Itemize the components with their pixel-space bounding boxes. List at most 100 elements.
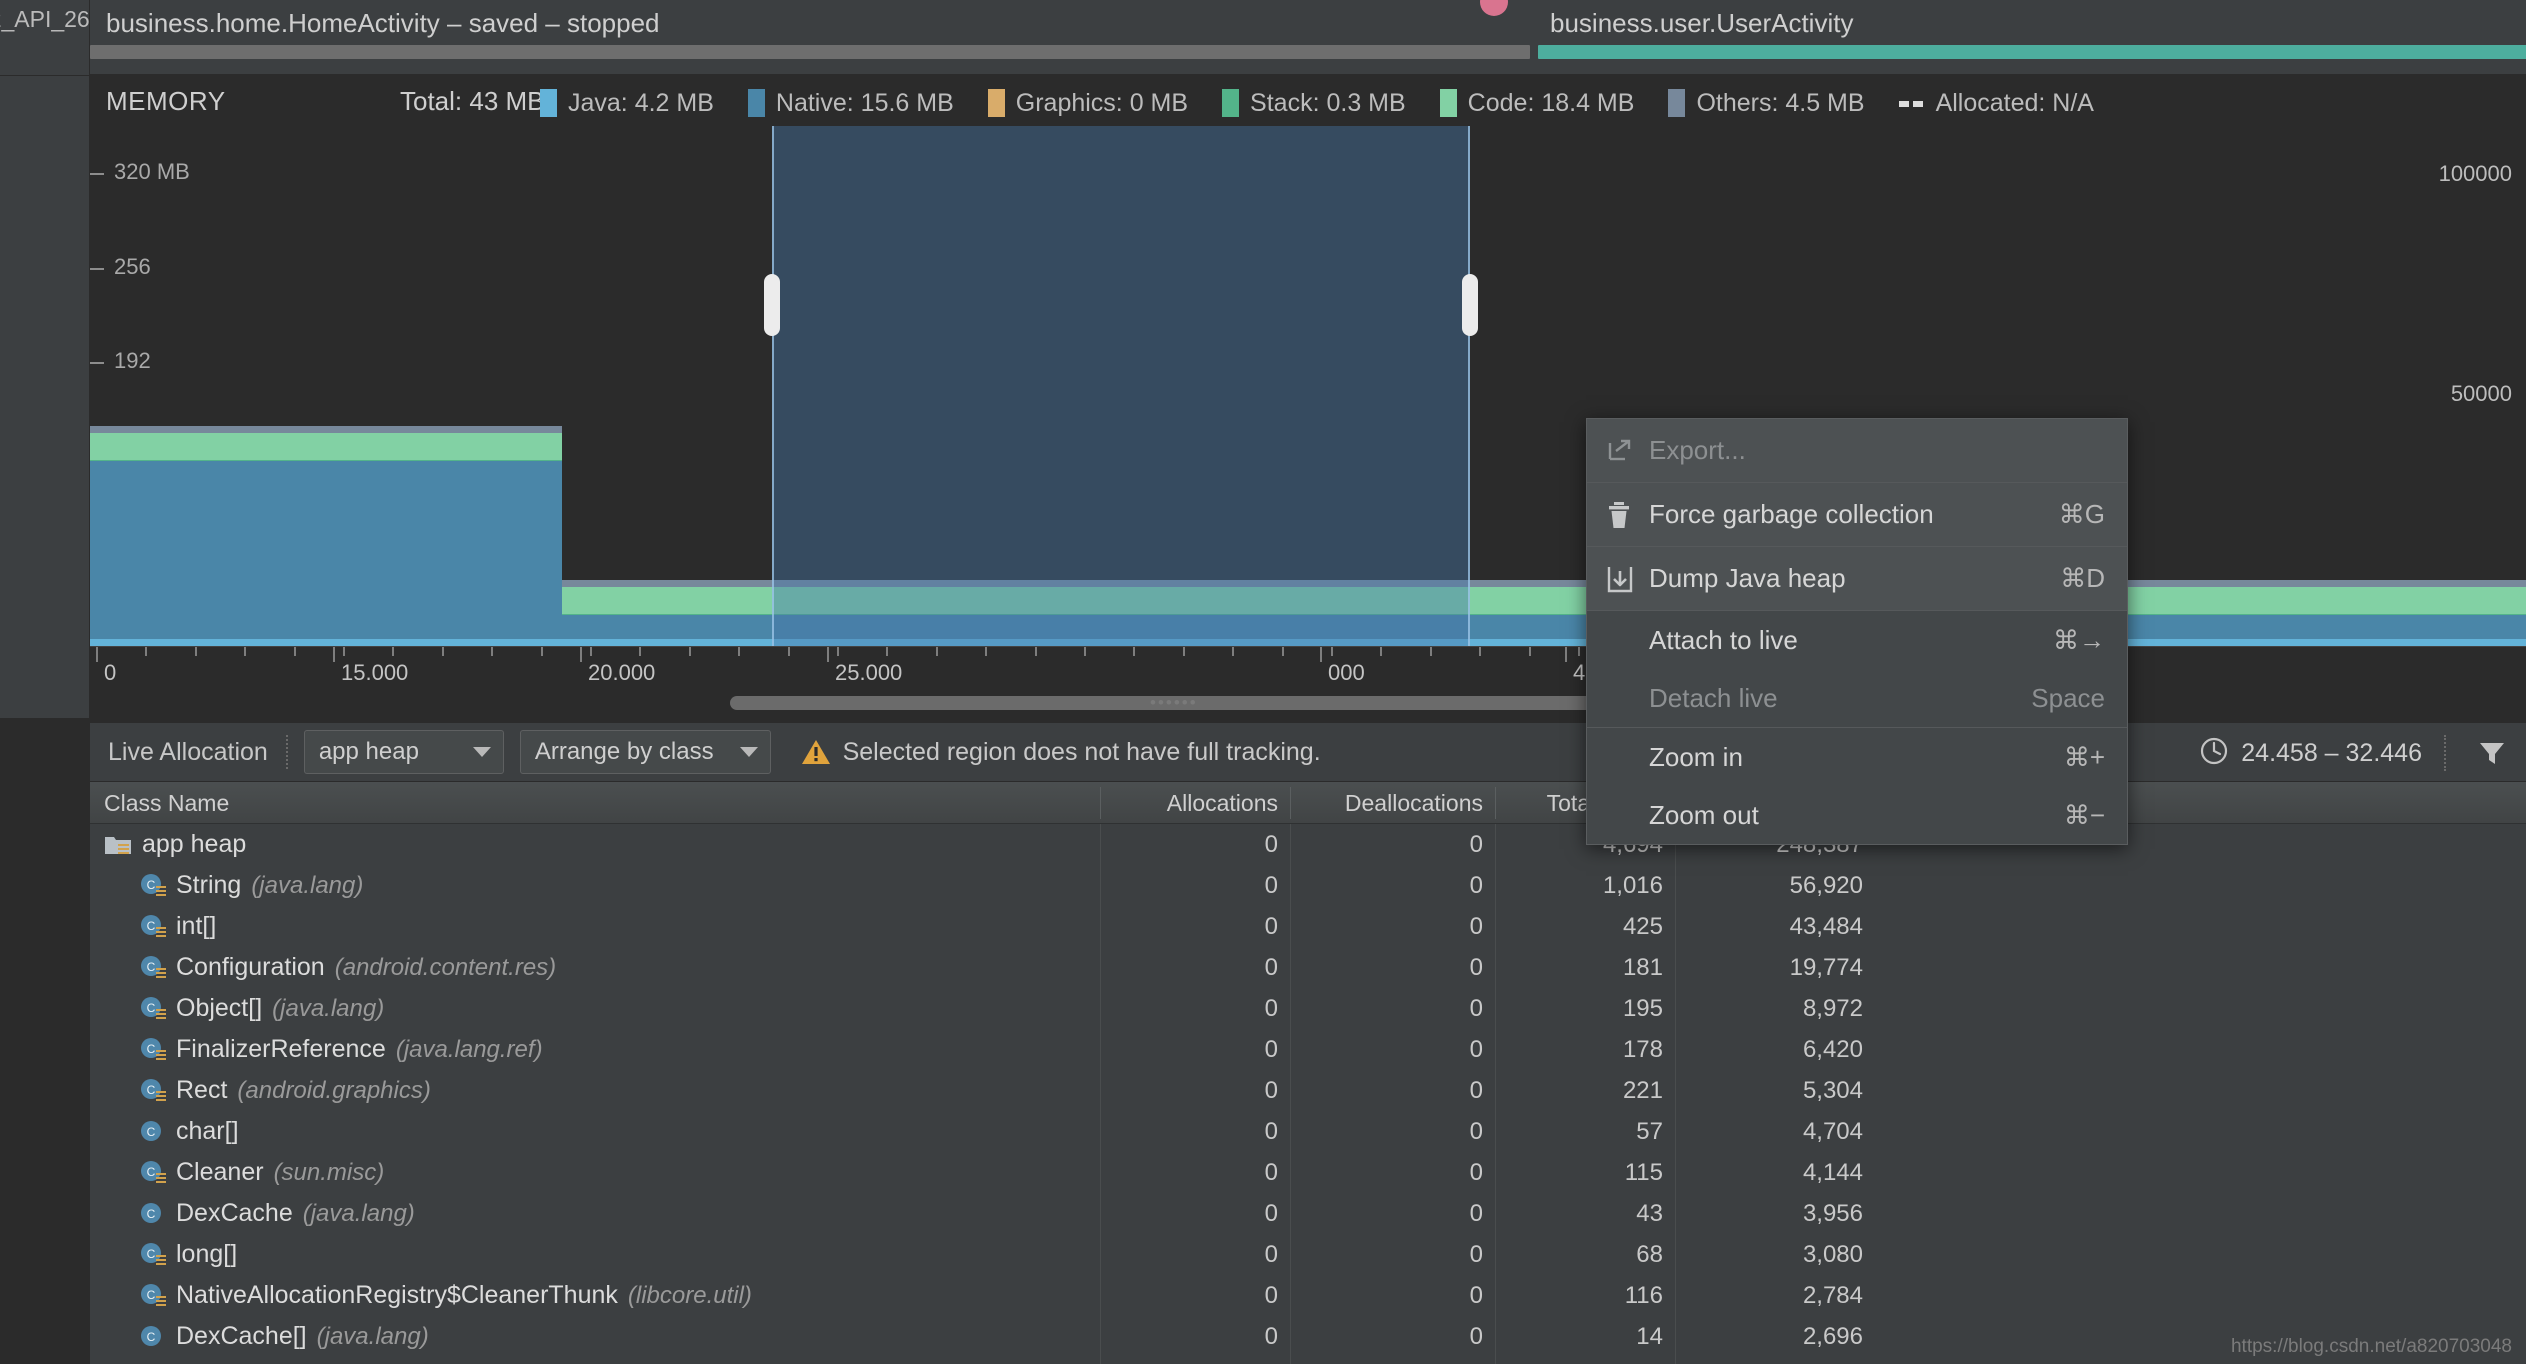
allocation-table[interactable]: Class Name Allocations Deallocations Total … [90, 782, 2526, 1364]
range-selection-box[interactable] [772, 126, 1470, 646]
cell-class-name: C Object[] (java.lang) [140, 988, 1130, 1029]
column-header-class-name[interactable]: Class Name [90, 782, 1100, 824]
activity-bar-user[interactable] [1538, 45, 2526, 59]
table-row[interactable]: Clong[] 0 0 68 3,080 [90, 1234, 2526, 1275]
table-row[interactable]: C Configuration (android.content.res) 0 0 181… [90, 947, 2526, 988]
memory-total-label: Total: 43 MB [400, 86, 545, 116]
table-header-row[interactable]: Class Name Allocations Deallocations Total … [90, 782, 2526, 824]
x-axis-major-tick [1565, 647, 1567, 662]
cell-shallow-size: 4,144 [1802, 1158, 1863, 1186]
range-selection-handle-right[interactable] [1462, 274, 1478, 336]
table-row[interactable]: CLinearLayout(android.widget)0042,688 [90, 1357, 2526, 1364]
legend-swatch-icon [540, 89, 557, 117]
column-header-allocations[interactable]: Allocations [1100, 782, 1290, 824]
x-axis-minor-tick [1578, 647, 1580, 656]
cell-allocations: 0 [1264, 912, 1278, 940]
memory-series-native [90, 461, 562, 639]
table-body[interactable]: app heap004,694248,387CString(java.lang)… [90, 824, 2526, 1364]
cell-class-name: C Rect (android.graphics) [140, 1070, 1130, 1111]
legend-swatch-icon [987, 89, 1005, 117]
activity-event-track[interactable]: business.home.HomeActivity – saved – sto… [90, 0, 2526, 75]
user-interaction-marker[interactable] [1480, 0, 1508, 16]
cell-shallow-size: 2,784 [1802, 1281, 1863, 1309]
context-menu-item-force-garbage-collection[interactable]: Force garbage collection ⌘G [1587, 483, 2127, 546]
memory-context-menu[interactable]: Export... Force garbage collection ⌘G Dump … [1586, 418, 2128, 845]
class-package-text: (java.lang) [251, 871, 364, 899]
cell-allocations: 0 [1264, 953, 1278, 981]
cell-allocations: 0 [1264, 1281, 1278, 1309]
toolbar-divider [285, 735, 288, 769]
cell-shallow-size: 43,484 [1789, 912, 1863, 940]
class-array-icon: C [140, 873, 168, 899]
class-name-text: Rect [176, 1076, 228, 1104]
x-axis-minor-tick [1430, 647, 1432, 656]
cell-deallocations: 0 [1469, 1158, 1483, 1186]
cell-class-name: Cchar[] [140, 1111, 1130, 1152]
live-allocation-toolbar: Live Allocation app heap Arrange by clas… [90, 722, 2526, 782]
panel-resize-grip[interactable]: •••••• [1150, 693, 1198, 713]
memory-chart-area[interactable]: 320 MB2561921286410000050000 [90, 126, 2526, 646]
y-axis-tick-mark [90, 267, 104, 270]
x-axis-tick-label: 15.000 [341, 660, 409, 685]
table-row[interactable]: C NativeAllocationRegistry$CleanerThunk (l… [90, 1275, 2526, 1316]
filter-button[interactable] [2476, 737, 2508, 774]
context-menu-item-dump-java-heap[interactable]: Dump Java heap ⌘D [1587, 547, 2127, 610]
cell-class-name: Cint[] [140, 906, 1130, 947]
column-divider[interactable] [1495, 787, 1496, 819]
heap-select[interactable]: app heap [303, 730, 504, 774]
svg-text:C: C [147, 1125, 156, 1139]
session-device-strip[interactable]: el_2_API_26) [0, 0, 90, 75]
cell-deallocations: 0 [1469, 953, 1483, 981]
context-menu-item-label: Zoom out [1649, 799, 1759, 830]
timeline-scrollbar[interactable] [90, 690, 2526, 714]
context-menu-item-attach-to-live[interactable]: Attach to live ⌘→ [1587, 611, 2127, 669]
table-row[interactable]: C FinalizerReference (java.lang.ref) 0 0 178 6… [90, 1029, 2526, 1070]
activity-event-user: business.user.UserActivity [1550, 8, 1854, 38]
arrange-select-value: Arrange by class [534, 738, 714, 765]
table-row[interactable]: C Cleaner (sun.misc) 0 0 115 4,144 [90, 1152, 2526, 1193]
class-name-text: app heap [142, 830, 247, 858]
activity-bar-home[interactable] [90, 45, 1530, 59]
legend-swatch-icon [1668, 89, 1686, 117]
class-array-icon: C [140, 1283, 168, 1309]
column-divider[interactable] [1290, 787, 1291, 819]
arrange-select[interactable]: Arrange by class [519, 730, 771, 774]
class-array-icon: C [140, 1242, 168, 1268]
activity-event-home: business.home.HomeActivity – saved – sto… [106, 8, 660, 38]
table-row[interactable]: Cint[] 0 0 425 43,484 [90, 906, 2526, 947]
memory-header: MEMORY Total: 43 MB Java: 4.2 MB Native: … [90, 76, 2526, 126]
dashed-line-icon [1898, 89, 1925, 117]
cell-total-count: 115 [1624, 1158, 1663, 1186]
class-package-text: (android.graphics) [237, 1076, 431, 1104]
class-icon: C [140, 1324, 168, 1350]
cell-total-count: 425 [1622, 912, 1663, 940]
class-array-icon: C [140, 1078, 168, 1104]
cell-deallocations: 0 [1469, 1035, 1483, 1063]
column-header-deallocations[interactable]: Deallocations [1290, 782, 1495, 824]
toolbar-divider-right [2444, 735, 2446, 771]
class-array-icon: C [140, 996, 168, 1022]
column-divider[interactable] [1100, 787, 1101, 819]
cell-shallow-size: 2,696 [1802, 1322, 1863, 1350]
cell-deallocations: 0 [1469, 830, 1483, 858]
table-row[interactable]: C Object[] (java.lang) 0 0 195 8,972 [90, 988, 2526, 1029]
legend-label: Java: 4.2 MB [568, 88, 714, 117]
table-row[interactable]: C String (java.lang) 0 0 1,016 56,920 [90, 865, 2526, 906]
table-row[interactable]: C DexCache (java.lang) 0 0 43 3,956 [90, 1193, 2526, 1234]
column-header-label: Class Name [104, 789, 230, 816]
svg-text:C: C [147, 919, 156, 933]
context-menu-item-zoom-out[interactable]: Zoom out ⌘− [1587, 786, 2127, 844]
context-menu-item-zoom-in[interactable]: Zoom in ⌘+ [1587, 728, 2127, 786]
cell-total-count: 57 [1636, 1117, 1663, 1145]
memory-series-java [90, 638, 562, 646]
table-row[interactable]: app heap004,694248,387 [90, 824, 2526, 865]
table-row[interactable]: C DexCache[] (java.lang) 0 0 14 2,696 [90, 1316, 2526, 1357]
class-icon: C [140, 1119, 168, 1145]
memory-monitor-panel[interactable]: MEMORY Total: 43 MB Java: 4.2 MB Native: … [0, 76, 2526, 718]
x-axis-minor-tick [442, 647, 444, 656]
range-selection-handle-left[interactable] [764, 274, 780, 336]
legend-item-java: Java: 4.2 MB [540, 89, 714, 118]
class-package-text: (java.lang) [272, 994, 385, 1022]
table-row[interactable]: C Rect (android.graphics) 0 0 221 5,304 [90, 1070, 2526, 1111]
table-row[interactable]: Cchar[] 0 0 57 4,704 [90, 1111, 2526, 1152]
